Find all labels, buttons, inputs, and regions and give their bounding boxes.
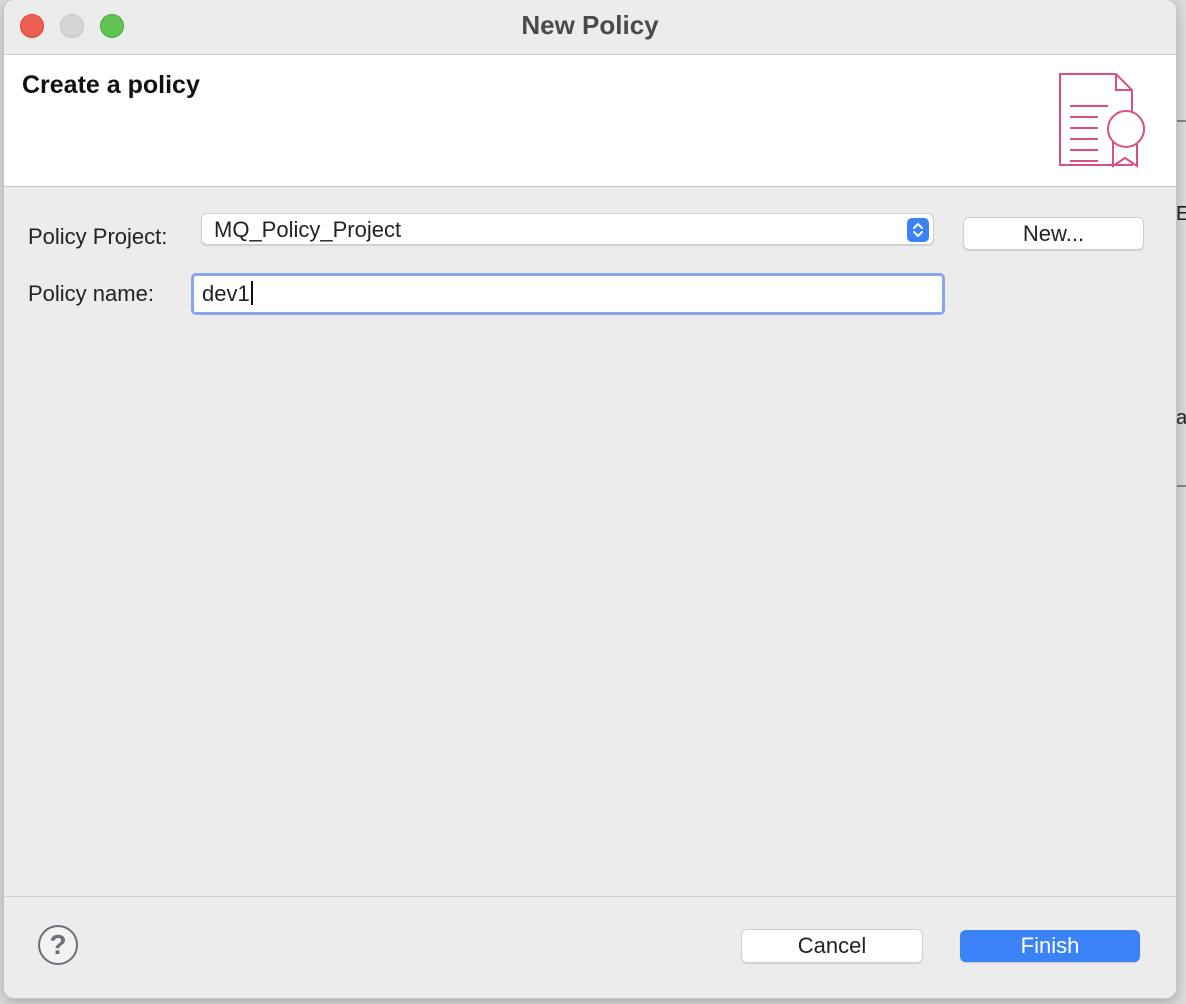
policy-project-value: MQ_Policy_Project bbox=[214, 217, 402, 242]
policy-project-label: Policy Project: bbox=[28, 224, 168, 249]
title-bar: New Policy bbox=[4, 0, 1176, 55]
policy-name-label: Policy name: bbox=[28, 281, 154, 306]
policy-name-value: dev1 bbox=[202, 281, 250, 306]
page-title: Create a policy bbox=[22, 71, 200, 99]
new-policy-dialog: New Policy Create a policy Policy Projec… bbox=[4, 0, 1176, 998]
cancel-button[interactable]: Cancel bbox=[741, 929, 923, 963]
new-project-button[interactable]: New... bbox=[963, 217, 1144, 250]
window-title: New Policy bbox=[521, 10, 659, 40]
policy-name-input[interactable]: dev1 bbox=[191, 273, 945, 315]
background-divider bbox=[1176, 485, 1186, 487]
help-icon[interactable]: ? bbox=[38, 925, 78, 965]
background-divider bbox=[1176, 120, 1186, 122]
finish-button[interactable]: Finish bbox=[960, 930, 1140, 962]
policy-certificate-icon bbox=[1059, 73, 1145, 168]
wizard-header: Create a policy bbox=[4, 55, 1176, 187]
background-text-fragment: a bbox=[1176, 407, 1186, 429]
footer-divider bbox=[4, 896, 1176, 897]
chevron-up-down-icon bbox=[907, 218, 929, 242]
background-text-fragment: E bbox=[1176, 203, 1186, 225]
text-caret bbox=[250, 281, 253, 305]
policy-project-select[interactable]: MQ_Policy_Project bbox=[201, 213, 934, 245]
